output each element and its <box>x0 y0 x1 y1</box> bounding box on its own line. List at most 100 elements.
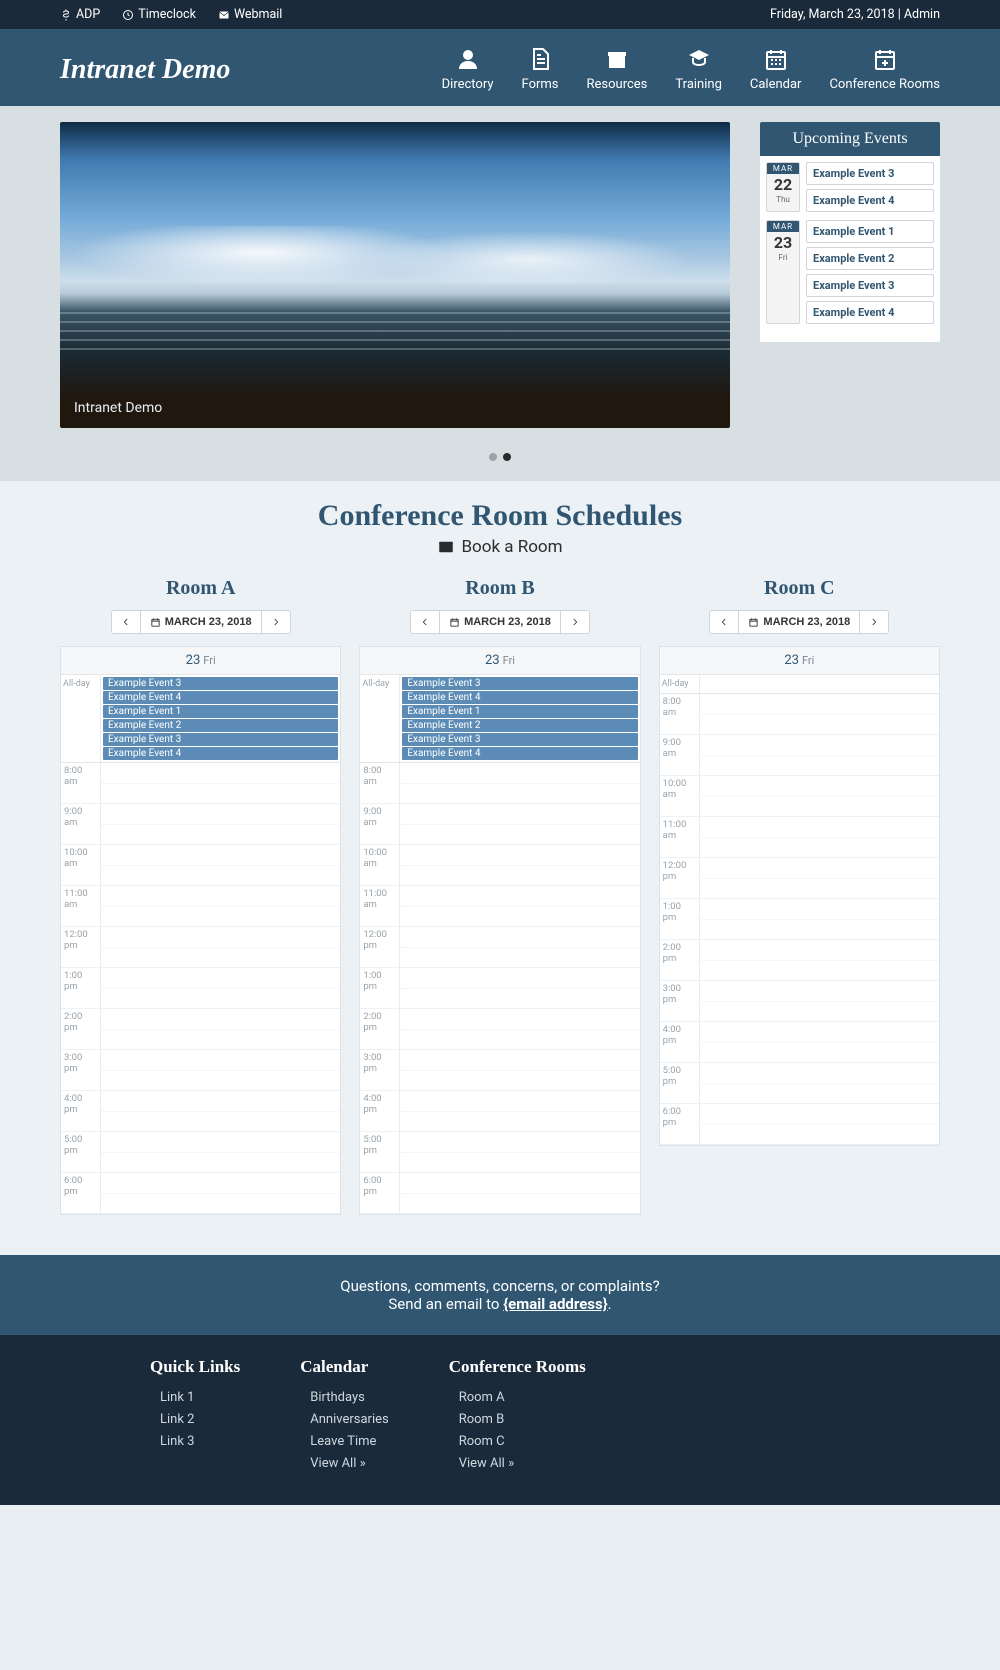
time-cell[interactable] <box>400 763 639 803</box>
upcoming-event[interactable]: Example Event 4 <box>806 189 934 212</box>
allday-event[interactable]: Example Event 4 <box>103 747 338 760</box>
room-column-room-b: Room B MARCH 23, 2018 23FriAll-dayExampl… <box>359 577 640 1215</box>
upcoming-event[interactable]: Example Event 3 <box>806 274 934 297</box>
allday-event[interactable]: Example Event 3 <box>103 733 338 746</box>
prev-day-button[interactable] <box>709 610 739 634</box>
allday-event[interactable]: Example Event 3 <box>103 677 338 690</box>
topbar-link-label: Webmail <box>234 7 282 22</box>
next-day-button[interactable] <box>262 610 291 634</box>
time-cell[interactable] <box>700 940 939 980</box>
time-cell[interactable] <box>101 845 340 885</box>
nav-resources[interactable]: Resources <box>587 47 648 92</box>
time-cell[interactable] <box>101 1173 340 1213</box>
time-cell[interactable] <box>101 1050 340 1090</box>
time-cell[interactable] <box>700 776 939 816</box>
allday-event[interactable]: Example Event 2 <box>402 719 637 732</box>
upcoming-event[interactable]: Example Event 4 <box>806 301 934 324</box>
footer-link[interactable]: View All » <box>449 1453 586 1475</box>
footer-link[interactable]: Link 3 <box>150 1431 240 1453</box>
time-cell[interactable] <box>400 1050 639 1090</box>
upcoming-event[interactable]: Example Event 2 <box>806 247 934 270</box>
allday-event[interactable]: Example Event 2 <box>103 719 338 732</box>
time-cell[interactable] <box>400 1009 639 1049</box>
time-cell[interactable] <box>700 1104 939 1144</box>
time-cell[interactable] <box>400 968 639 1008</box>
time-cell[interactable] <box>101 804 340 844</box>
allday-event[interactable]: Example Event 4 <box>103 691 338 704</box>
next-day-button[interactable] <box>561 610 590 634</box>
footer-link[interactable]: Birthdays <box>300 1387 388 1409</box>
carousel-dot[interactable] <box>503 453 511 461</box>
footer-link[interactable]: View All » <box>300 1453 388 1475</box>
time-cell[interactable] <box>400 1091 639 1131</box>
footer-link[interactable]: Link 1 <box>150 1387 240 1409</box>
allday-event[interactable]: Example Event 1 <box>402 705 637 718</box>
footer-link[interactable]: Link 2 <box>150 1409 240 1431</box>
nav-calendar[interactable]: Calendar <box>750 47 802 92</box>
footer-link[interactable]: Anniversaries <box>300 1409 388 1431</box>
time-label: 1:00 pm <box>360 968 400 1008</box>
time-cell[interactable] <box>101 1091 340 1131</box>
time-label: 8:00 am <box>660 694 700 734</box>
time-cell[interactable] <box>101 968 340 1008</box>
time-cell[interactable] <box>700 1022 939 1062</box>
footer-link[interactable]: Leave Time <box>300 1431 388 1453</box>
time-row: 4:00 pm <box>360 1091 639 1132</box>
nav-conference-rooms[interactable]: Conference Rooms <box>829 47 940 92</box>
hero-image[interactable]: Intranet Demo <box>60 122 730 428</box>
next-day-button[interactable] <box>860 610 889 634</box>
site-header: Intranet Demo Directory Forms Resources Tra… <box>0 29 1000 106</box>
time-cell[interactable] <box>700 899 939 939</box>
topbar-link-webmail[interactable]: Webmail <box>218 7 282 22</box>
hero-caption: Intranet Demo <box>74 400 162 416</box>
chevron-left-icon <box>719 617 729 627</box>
time-cell[interactable] <box>400 927 639 967</box>
time-row: 5:00 pm <box>660 1063 939 1104</box>
date-display-button[interactable]: MARCH 23, 2018 <box>141 610 262 634</box>
nav-training[interactable]: Training <box>675 47 721 92</box>
allday-event[interactable]: Example Event 3 <box>402 733 637 746</box>
allday-event[interactable]: Example Event 4 <box>402 747 637 760</box>
upcoming-event[interactable]: Example Event 3 <box>806 162 934 185</box>
upcoming-event[interactable]: Example Event 1 <box>806 220 934 243</box>
prev-day-button[interactable] <box>410 610 440 634</box>
date-display-button[interactable]: MARCH 23, 2018 <box>739 610 860 634</box>
time-cell[interactable] <box>700 981 939 1021</box>
contact-email[interactable]: {email address} <box>503 1295 607 1313</box>
time-label: 6:00 pm <box>61 1173 101 1213</box>
time-cell[interactable] <box>700 1063 939 1103</box>
time-cell[interactable] <box>101 927 340 967</box>
footer-link[interactable]: Room B <box>449 1409 586 1431</box>
time-cell[interactable] <box>101 1009 340 1049</box>
time-cell[interactable] <box>101 1132 340 1172</box>
topbar-link-adp[interactable]: ADP <box>60 7 100 22</box>
calendar-mini-icon <box>449 617 460 628</box>
nav-forms[interactable]: Forms <box>522 47 559 92</box>
prev-day-button[interactable] <box>111 610 141 634</box>
schedules-title: Conference Room Schedules <box>60 499 940 533</box>
time-cell[interactable] <box>400 1132 639 1172</box>
time-cell[interactable] <box>700 858 939 898</box>
footer-link[interactable]: Room A <box>449 1387 586 1409</box>
nav-directory[interactable]: Directory <box>442 47 494 92</box>
time-cell[interactable] <box>400 886 639 926</box>
book-room-link[interactable]: Book a Room <box>60 537 940 557</box>
allday-event[interactable]: Example Event 1 <box>103 705 338 718</box>
time-cell[interactable] <box>400 804 639 844</box>
carousel-dot[interactable] <box>489 453 497 461</box>
brand-title[interactable]: Intranet Demo <box>60 54 230 86</box>
time-cell[interactable] <box>101 763 340 803</box>
time-cell[interactable] <box>400 1173 639 1213</box>
chevron-left-icon <box>121 617 131 627</box>
footer-link[interactable]: Room C <box>449 1431 586 1453</box>
nav-label: Resources <box>587 77 648 92</box>
time-cell[interactable] <box>700 694 939 734</box>
time-cell[interactable] <box>700 817 939 857</box>
time-cell[interactable] <box>101 886 340 926</box>
topbar-link-timeclock[interactable]: Timeclock <box>122 7 196 22</box>
date-display-button[interactable]: MARCH 23, 2018 <box>440 610 561 634</box>
time-cell[interactable] <box>400 845 639 885</box>
time-cell[interactable] <box>700 735 939 775</box>
allday-event[interactable]: Example Event 4 <box>402 691 637 704</box>
allday-event[interactable]: Example Event 3 <box>402 677 637 690</box>
